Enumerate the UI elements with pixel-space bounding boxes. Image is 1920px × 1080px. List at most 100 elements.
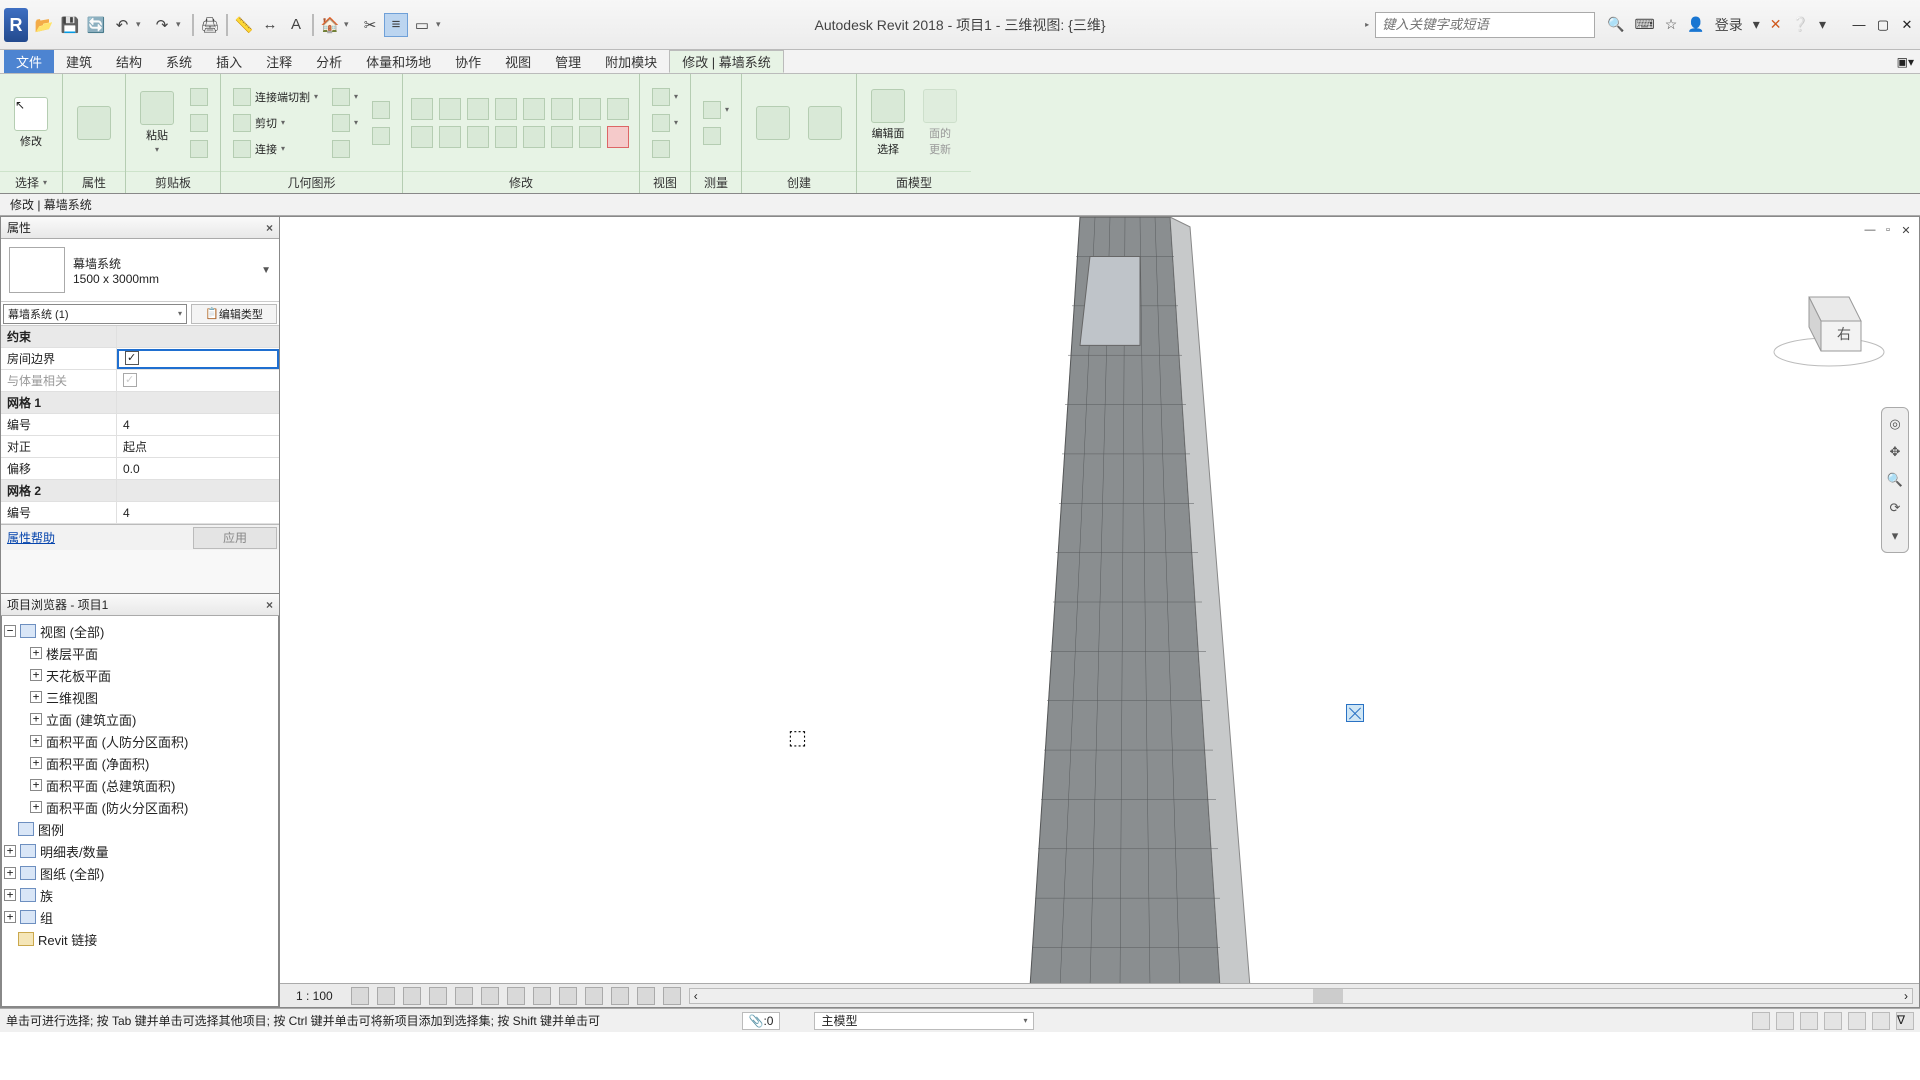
expand-icon[interactable]: +	[30, 735, 42, 747]
tab-annotate[interactable]: 注释	[254, 50, 304, 73]
split-button[interactable]	[328, 138, 362, 160]
tree-area1[interactable]: 面积平面 (人防分区面积)	[46, 732, 188, 751]
create-group-button[interactable]	[802, 102, 848, 144]
app-logo[interactable]: R	[4, 8, 28, 42]
tab-architecture[interactable]: 建筑	[54, 50, 104, 73]
tab-file[interactable]: 文件	[4, 50, 54, 73]
dim-button[interactable]	[699, 125, 733, 147]
number2-value[interactable]: 4	[117, 506, 279, 520]
split-element-icon[interactable]	[523, 126, 545, 148]
select-underlay-icon[interactable]	[1776, 1012, 1794, 1030]
save-icon[interactable]: 💾	[58, 13, 82, 37]
zoom-icon[interactable]: 🔍	[1885, 470, 1905, 490]
sync-icon[interactable]: 🔄	[84, 13, 108, 37]
type-selector[interactable]: 幕墙系统1500 x 3000mm ▼	[1, 239, 279, 302]
search-go-icon[interactable]: 🔍	[1607, 16, 1624, 33]
expand-icon[interactable]: +	[4, 845, 16, 857]
tab-insert[interactable]: 插入	[204, 50, 254, 73]
tree-views-root[interactable]: 视图 (全部)	[40, 622, 104, 641]
view-cube[interactable]: 右	[1769, 257, 1889, 377]
align-icon[interactable]	[411, 98, 433, 120]
number1-value[interactable]: 4	[117, 418, 279, 432]
tree-legends[interactable]: 图例	[38, 820, 64, 839]
expand-icon[interactable]: +	[4, 867, 16, 879]
join-end-cut-button[interactable]: 连接端切割▾	[229, 86, 322, 108]
group-constraints[interactable]: 约束	[1, 326, 117, 347]
trim-icon[interactable]	[579, 98, 601, 120]
close-icon[interactable]: ×	[266, 598, 273, 612]
hide-button[interactable]: ▾	[648, 86, 682, 108]
linework-button[interactable]	[648, 138, 682, 160]
expand-icon[interactable]: +	[30, 647, 42, 659]
override-button[interactable]: ▾	[648, 112, 682, 134]
properties-filter[interactable]: 幕墙系统 (1)▾	[3, 304, 187, 324]
user-icon[interactable]: 👤	[1687, 16, 1704, 33]
wall-join-button[interactable]	[368, 99, 394, 121]
analytical-icon[interactable]	[637, 987, 655, 1005]
filter-icon[interactable]: ∇	[1896, 1012, 1914, 1030]
collapse-icon[interactable]: −	[4, 625, 16, 637]
drag-elements-icon[interactable]	[1848, 1012, 1866, 1030]
delete-icon[interactable]	[607, 126, 629, 148]
tab-view[interactable]: 视图	[493, 50, 543, 73]
qat-customize[interactable]: ▾	[436, 19, 448, 30]
properties-help-link[interactable]: 属性帮助	[1, 529, 61, 546]
crop-icon[interactable]	[481, 987, 499, 1005]
active-workset[interactable]: 主模型▾	[814, 1012, 1034, 1030]
matchtype-button[interactable]	[186, 138, 212, 160]
expand-icon[interactable]: +	[30, 801, 42, 813]
redo-icon[interactable]: ↷	[150, 13, 174, 37]
room-bounding-value[interactable]	[117, 349, 279, 369]
text-icon[interactable]: A	[284, 13, 308, 37]
offset-icon[interactable]	[439, 98, 461, 120]
pan-icon[interactable]: ✥	[1885, 442, 1905, 462]
tree-floorplans[interactable]: 楼层平面	[46, 644, 98, 663]
edit-face-button[interactable]: 编辑面选择	[865, 85, 911, 161]
tree-ceilingplans[interactable]: 天花板平面	[46, 666, 111, 685]
vp-minimize-icon[interactable]: —	[1863, 223, 1877, 237]
tree-area3[interactable]: 面积平面 (总建筑面积)	[46, 776, 175, 795]
login-link[interactable]: 登录	[1715, 15, 1743, 35]
cut-geom-button[interactable]: 剪切▾	[229, 112, 322, 134]
reveal-hidden-icon[interactable]	[585, 987, 603, 1005]
selection-marker-icon[interactable]	[1346, 704, 1364, 722]
mirror-draw-icon[interactable]	[495, 98, 517, 120]
tree-families[interactable]: 族	[40, 886, 53, 905]
tree-groups[interactable]: 组	[40, 908, 53, 927]
trim-ext-icon[interactable]	[495, 126, 517, 148]
steering-wheel-icon[interactable]: ◎	[1885, 414, 1905, 434]
open-icon[interactable]: 📂	[32, 13, 56, 37]
select-face-icon[interactable]	[1824, 1012, 1842, 1030]
expand-icon[interactable]: +	[4, 911, 16, 923]
group-grid1[interactable]: 网格 1	[1, 392, 117, 413]
shadows-icon[interactable]	[429, 987, 447, 1005]
demolish-button[interactable]: ▾	[328, 112, 362, 134]
scale-icon[interactable]	[551, 98, 573, 120]
array-icon[interactable]	[523, 98, 545, 120]
measure-icon[interactable]: 📏	[232, 13, 256, 37]
modify-tool[interactable]: ↖修改	[8, 93, 54, 153]
infocenter-dd[interactable]: ▸	[1365, 20, 1369, 29]
star-icon[interactable]: ☆	[1665, 16, 1678, 33]
horizontal-scrollbar[interactable]: ‹›	[689, 988, 1913, 1004]
tree-links[interactable]: Revit 链接	[38, 930, 97, 949]
mirror-pick-icon[interactable]	[467, 98, 489, 120]
viewport-3d[interactable]: — ▫ ✕ 右 ◎ ✥ 🔍 ⟳ ▾	[280, 216, 1920, 1008]
orbit-icon[interactable]: ⟳	[1885, 498, 1905, 518]
close-button[interactable]: ✕	[1898, 16, 1916, 34]
thin-lines-icon[interactable]: ≡	[384, 13, 408, 37]
editable-only-icon[interactable]	[788, 1012, 806, 1030]
tab-addins[interactable]: 附加模块	[593, 50, 669, 73]
vp-close-icon[interactable]: ✕	[1899, 223, 1913, 237]
section-icon[interactable]: ✂	[358, 13, 382, 37]
tree-schedules[interactable]: 明细表/数量	[40, 842, 109, 861]
exchange-icon[interactable]: ✕	[1770, 16, 1782, 33]
worksharing-icon[interactable]	[611, 987, 629, 1005]
vp-restore-icon[interactable]: ▫	[1881, 223, 1895, 237]
beam-join-button[interactable]	[368, 125, 394, 147]
undo-icon[interactable]: ↶	[110, 13, 134, 37]
measure-button[interactable]: ▾	[699, 99, 733, 121]
unpin-icon[interactable]	[579, 126, 601, 148]
opening-button[interactable]: ▾	[328, 86, 362, 108]
paste-button[interactable]: 粘贴▾	[134, 87, 180, 158]
